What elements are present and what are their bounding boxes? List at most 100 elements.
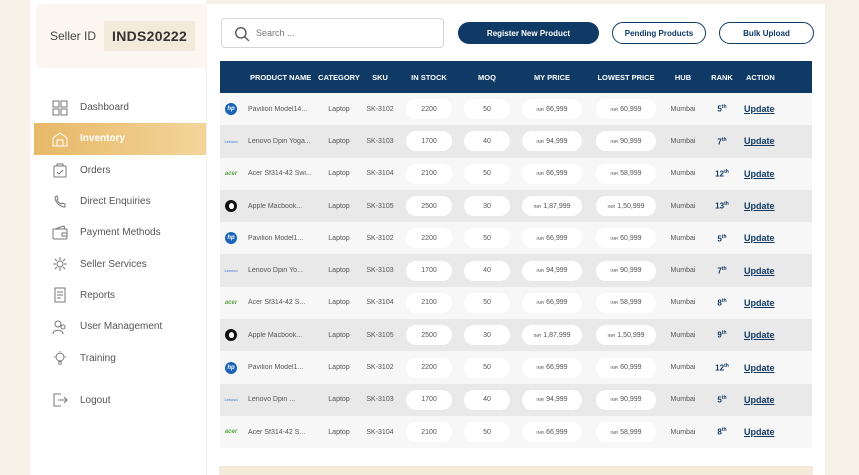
header-in-stock[interactable]: IN STOCK bbox=[400, 73, 458, 82]
product-name[interactable]: Acer Sf314-42 S... bbox=[242, 429, 318, 436]
product-name[interactable]: Lenovo Dpin ... bbox=[242, 396, 318, 403]
my-price-value: 94,999 bbox=[546, 267, 568, 275]
table-row: Lenovo Lenovo Dpin Yoga... Laptop SK-3103 17… bbox=[220, 125, 812, 158]
search-box[interactable] bbox=[221, 18, 444, 48]
sidebar-item-direct-enquiries[interactable]: Direct Enquiries bbox=[30, 186, 206, 217]
in-stock-field[interactable]: 2100 bbox=[406, 292, 452, 313]
my-price-value: 66,999 bbox=[546, 428, 568, 436]
update-link[interactable]: Update bbox=[744, 395, 775, 405]
in-stock-field[interactable]: 2200 bbox=[406, 357, 452, 378]
product-name[interactable]: Pavilion Model1... bbox=[242, 364, 318, 371]
table-row: Apple Macbook... Laptop SK-3105 2500 30 INR 1,… bbox=[220, 319, 812, 352]
product-name[interactable]: Apple Macbook... bbox=[242, 332, 318, 339]
update-link[interactable]: Update bbox=[744, 266, 775, 276]
my-price-field[interactable]: INR 94,999 bbox=[522, 389, 582, 410]
my-price-field[interactable]: INR 94,999 bbox=[522, 260, 582, 281]
in-stock-field[interactable]: 2200 bbox=[406, 99, 452, 120]
my-price-value: 66,999 bbox=[546, 105, 568, 113]
in-stock-field[interactable]: 1700 bbox=[406, 389, 452, 410]
seller-id-label: Seller ID bbox=[50, 29, 97, 43]
header-sku[interactable]: SKU bbox=[360, 73, 400, 82]
update-link[interactable]: Update bbox=[744, 169, 775, 179]
currency-label: INR bbox=[536, 300, 545, 306]
update-link[interactable]: Update bbox=[744, 104, 775, 114]
sidebar-item-inventory[interactable]: Inventory bbox=[34, 123, 206, 155]
sku: SK-3104 bbox=[366, 428, 394, 436]
sidebar-item-label: Direct Enquiries bbox=[80, 196, 151, 208]
rank-suffix: th bbox=[724, 362, 729, 369]
my-price-field[interactable]: INR 66,999 bbox=[522, 163, 582, 184]
sidebar-item-reports[interactable]: Reports bbox=[30, 280, 206, 311]
header-lowest-price[interactable]: LOWEST PRICE bbox=[588, 73, 664, 82]
in-stock-field[interactable]: 2100 bbox=[406, 422, 452, 443]
product-name[interactable]: Pavilion Model14... bbox=[242, 106, 318, 113]
my-price-field[interactable]: INR 66,999 bbox=[522, 228, 582, 249]
moq-field[interactable]: 50 bbox=[464, 99, 510, 120]
product-name[interactable]: Lenovo Dpin Yo... bbox=[242, 267, 318, 274]
sidebar-item-training[interactable]: Training bbox=[30, 342, 206, 373]
my-price-field[interactable]: INR 94,999 bbox=[522, 131, 582, 152]
table-row: Lenovo Lenovo Dpin ... Laptop SK-3103 1700 40… bbox=[220, 383, 812, 416]
moq-field[interactable]: 50 bbox=[464, 357, 510, 378]
sidebar-item-payment-methods[interactable]: Payment Methods bbox=[30, 217, 206, 248]
moq-field[interactable]: 50 bbox=[464, 228, 510, 249]
sidebar-item-dashboard[interactable]: Dashboard bbox=[30, 92, 206, 123]
header-rank[interactable]: RANK bbox=[702, 73, 742, 82]
my-price-field[interactable]: INR 66,999 bbox=[522, 99, 582, 120]
brand-logo: hp bbox=[220, 361, 242, 374]
update-link[interactable]: Update bbox=[744, 427, 775, 437]
moq-field[interactable]: 30 bbox=[464, 325, 510, 346]
my-price-field[interactable]: INR 66,999 bbox=[522, 292, 582, 313]
bulk-upload-button[interactable]: Bulk Upload bbox=[719, 22, 814, 44]
moq-field[interactable]: 40 bbox=[464, 260, 510, 281]
moq-field[interactable]: 50 bbox=[464, 292, 510, 313]
register-new-product-button[interactable]: Register New Product bbox=[458, 22, 599, 44]
update-link[interactable]: Update bbox=[744, 298, 775, 308]
in-stock-field[interactable]: 1700 bbox=[406, 260, 452, 281]
in-stock-field[interactable]: 2500 bbox=[406, 325, 452, 346]
product-name[interactable]: Lenovo Dpin Yoga... bbox=[242, 138, 318, 145]
header-moq[interactable]: MOQ bbox=[458, 73, 516, 82]
sidebar-item-label: Seller Services bbox=[80, 258, 147, 270]
product-name[interactable]: Pavilion Model1... bbox=[242, 235, 318, 242]
pending-products-button[interactable]: Pending Products bbox=[612, 22, 706, 44]
header-my-price[interactable]: MY PRICE bbox=[516, 73, 588, 82]
hub: Mumbai bbox=[670, 364, 696, 372]
in-stock-field[interactable]: 2500 bbox=[406, 196, 452, 217]
acer-logo-icon: acer bbox=[224, 429, 238, 436]
product-name[interactable]: Acer Sf314-42 S... bbox=[242, 299, 318, 306]
update-link[interactable]: Update bbox=[744, 233, 775, 243]
product-name[interactable]: Acer Sf314-42 Swi... bbox=[242, 170, 318, 177]
lowest-price-value: 1,50,999 bbox=[617, 331, 645, 339]
logout-button[interactable]: Logout bbox=[30, 385, 206, 416]
lowest-price-field: INR 1,50,999 bbox=[596, 325, 656, 346]
lowest-price-field: INR 60,999 bbox=[596, 99, 656, 120]
update-link[interactable]: Update bbox=[744, 363, 775, 373]
header-hub[interactable]: HUB bbox=[664, 73, 702, 82]
moq-field[interactable]: 50 bbox=[464, 422, 510, 443]
sidebar-item-orders[interactable]: Orders bbox=[30, 155, 206, 186]
my-price-field[interactable]: INR 66,999 bbox=[522, 357, 582, 378]
update-link[interactable]: Update bbox=[744, 136, 775, 146]
sidebar-item-seller-services[interactable]: Seller Services bbox=[30, 248, 206, 279]
header-product-name[interactable]: PRODUCT NAME bbox=[242, 73, 318, 82]
moq-field[interactable]: 40 bbox=[464, 389, 510, 410]
moq-field[interactable]: 40 bbox=[464, 131, 510, 152]
brand-logo: Lenovo bbox=[220, 139, 242, 144]
search-input[interactable] bbox=[256, 28, 426, 38]
in-stock-field[interactable]: 2200 bbox=[406, 228, 452, 249]
my-price-field[interactable]: INR 66,999 bbox=[522, 422, 582, 443]
moq-field[interactable]: 50 bbox=[464, 163, 510, 184]
in-stock-field[interactable]: 2100 bbox=[406, 163, 452, 184]
product-name[interactable]: Apple Macbook... bbox=[242, 203, 318, 210]
my-price-field[interactable]: INR 1,87,999 bbox=[522, 325, 582, 346]
currency-label: INR bbox=[610, 171, 619, 177]
header-category[interactable]: CATEGORY bbox=[318, 73, 360, 82]
update-link[interactable]: Update bbox=[744, 330, 775, 340]
sidebar-item-user-management[interactable]: User Management bbox=[30, 311, 206, 342]
my-price-field[interactable]: INR 1,87,999 bbox=[522, 196, 582, 217]
moq-field[interactable]: 30 bbox=[464, 196, 510, 217]
in-stock-field[interactable]: 1700 bbox=[406, 131, 452, 152]
update-link[interactable]: Update bbox=[744, 201, 775, 211]
currency-label: INR bbox=[610, 268, 619, 274]
